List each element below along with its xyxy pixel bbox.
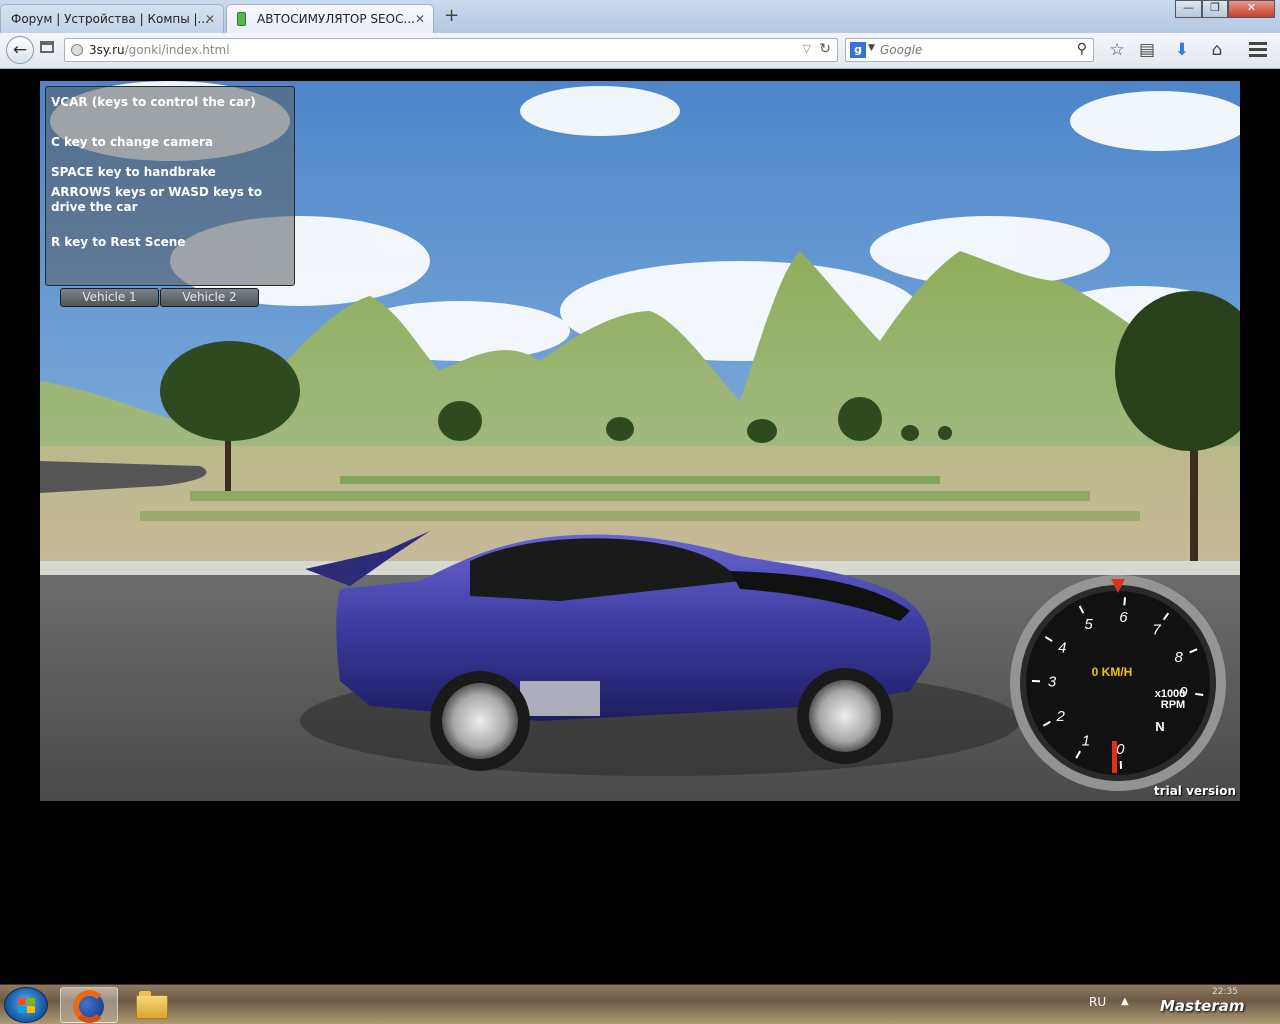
controls-help-panel: VCAR (keys to control the car) C key to … (45, 86, 295, 286)
back-button[interactable]: ← (6, 36, 34, 64)
site-identity-icon[interactable] (71, 44, 83, 56)
firefox-fox-icon (73, 990, 106, 1023)
tab-autosimulator-close-icon[interactable]: ✕ (415, 12, 425, 26)
new-tab-button[interactable]: + (444, 5, 459, 26)
url-path: /gonki/index.html (124, 43, 230, 57)
folder-icon (136, 991, 168, 1019)
gear-indicator: N (1155, 719, 1164, 734)
vehicle-2-button[interactable]: Vehicle 2 (160, 288, 259, 307)
tab-autosimulator[interactable]: АВТОСИМУЛЯТОР SEOC... ✕ (226, 4, 434, 33)
controls-reset: R key to Rest Scene (51, 235, 186, 249)
rpm-tick-label: 6 (1119, 609, 1128, 626)
tab-forum[interactable]: Форум | Устройства | Компы |... ✕ (0, 4, 224, 33)
bookmarks-list-icon[interactable]: ▤ (1136, 40, 1158, 60)
search-input[interactable]: g ▼ Google ⚲ (845, 38, 1094, 62)
tab-forum-label: Форум | Устройства | Компы |... (11, 12, 209, 26)
tab-favicon-icon (237, 12, 246, 26)
search-icon[interactable]: ⚲ (1077, 41, 1087, 57)
controls-drive: ARROWS keys or WASD keys to drive the ca… (51, 185, 262, 214)
browser-tab-bar: Форум | Устройства | Компы |... ✕ АВТОСИ… (0, 0, 1280, 33)
rpm-tick-label: 1 (1082, 733, 1090, 750)
url-host: 3sy.ru (89, 43, 125, 57)
address-bar[interactable]: 3sy.ru/gonki/index.html ▽ ↻ (64, 38, 838, 62)
trial-version-label: trial version (1153, 784, 1236, 798)
speedometer: 012345 6789 0 KM/H x1000 RPM N (1010, 575, 1226, 791)
rpm-tick-label: 7 (1152, 622, 1161, 639)
rpm-tick-label: 3 (1048, 674, 1057, 691)
tab-forum-close-icon[interactable]: ✕ (205, 12, 215, 26)
window-minimize-button[interactable]: — (1175, 0, 1202, 18)
rpm-tick-mark (1123, 597, 1126, 606)
controls-title: VCAR (keys to control the car) (51, 95, 256, 109)
menu-icon[interactable] (1249, 42, 1267, 60)
downloads-icon[interactable]: ⬇ (1171, 40, 1193, 60)
engine-dropdown-icon[interactable]: ▼ (868, 43, 875, 53)
search-placeholder: Google (880, 43, 923, 57)
window-close-button[interactable]: ✕ (1228, 0, 1275, 18)
clock[interactable]: 22:35 (1212, 987, 1238, 997)
tab-autosimulator-label: АВТОСИМУЛЯТОР SEOC... (257, 12, 415, 26)
browser-nav-bar: ← 3sy.ru/gonki/index.html ▽ ↻ g ▼ Google… (0, 33, 1280, 69)
rpm-tick-label: 4 (1058, 640, 1066, 657)
taskbar-explorer[interactable] (122, 987, 180, 1023)
home-icon[interactable]: ⌂ (1206, 40, 1228, 60)
speed-readout: 0 KM/H (1092, 665, 1133, 679)
rpm-tick-label: 0 (1116, 741, 1125, 758)
url-dropdown-icon[interactable]: ▽ (803, 42, 811, 55)
language-indicator[interactable]: RU (1089, 995, 1106, 1009)
tray-expand-icon[interactable]: ▲ (1121, 996, 1129, 1007)
window-maximize-button[interactable]: ❐ (1202, 0, 1228, 18)
rpm-tick-mark (1195, 692, 1204, 696)
taskbar-firefox[interactable] (60, 987, 118, 1023)
game-canvas[interactable]: 0123456789 0 KM/H x1000 RPM N VCAR (keys… (40, 81, 1240, 801)
controls-handbrake: SPACE key to handbrake (51, 165, 216, 179)
rpm-tick-label: 5 (1084, 616, 1093, 633)
windows-logo-icon (18, 998, 36, 1014)
library-icon[interactable] (40, 41, 54, 53)
rpm-needle (1112, 741, 1117, 773)
bookmark-star-icon[interactable]: ☆ (1106, 40, 1128, 60)
vehicle-1-button[interactable]: Vehicle 1 (60, 288, 159, 307)
controls-camera: C key to change camera (51, 135, 214, 149)
reload-icon[interactable]: ↻ (819, 41, 831, 57)
start-button[interactable] (4, 987, 48, 1023)
rpm-unit-2: RPM (1161, 699, 1185, 711)
watermark-logo: Masteram (1160, 997, 1245, 1015)
google-engine-icon[interactable]: g (850, 42, 866, 58)
rpm-tick-label: 8 (1175, 649, 1184, 666)
rpm-tick-label: 2 (1056, 708, 1066, 725)
windows-taskbar: RU ▲ Masteram 22:35 (0, 984, 1280, 1024)
